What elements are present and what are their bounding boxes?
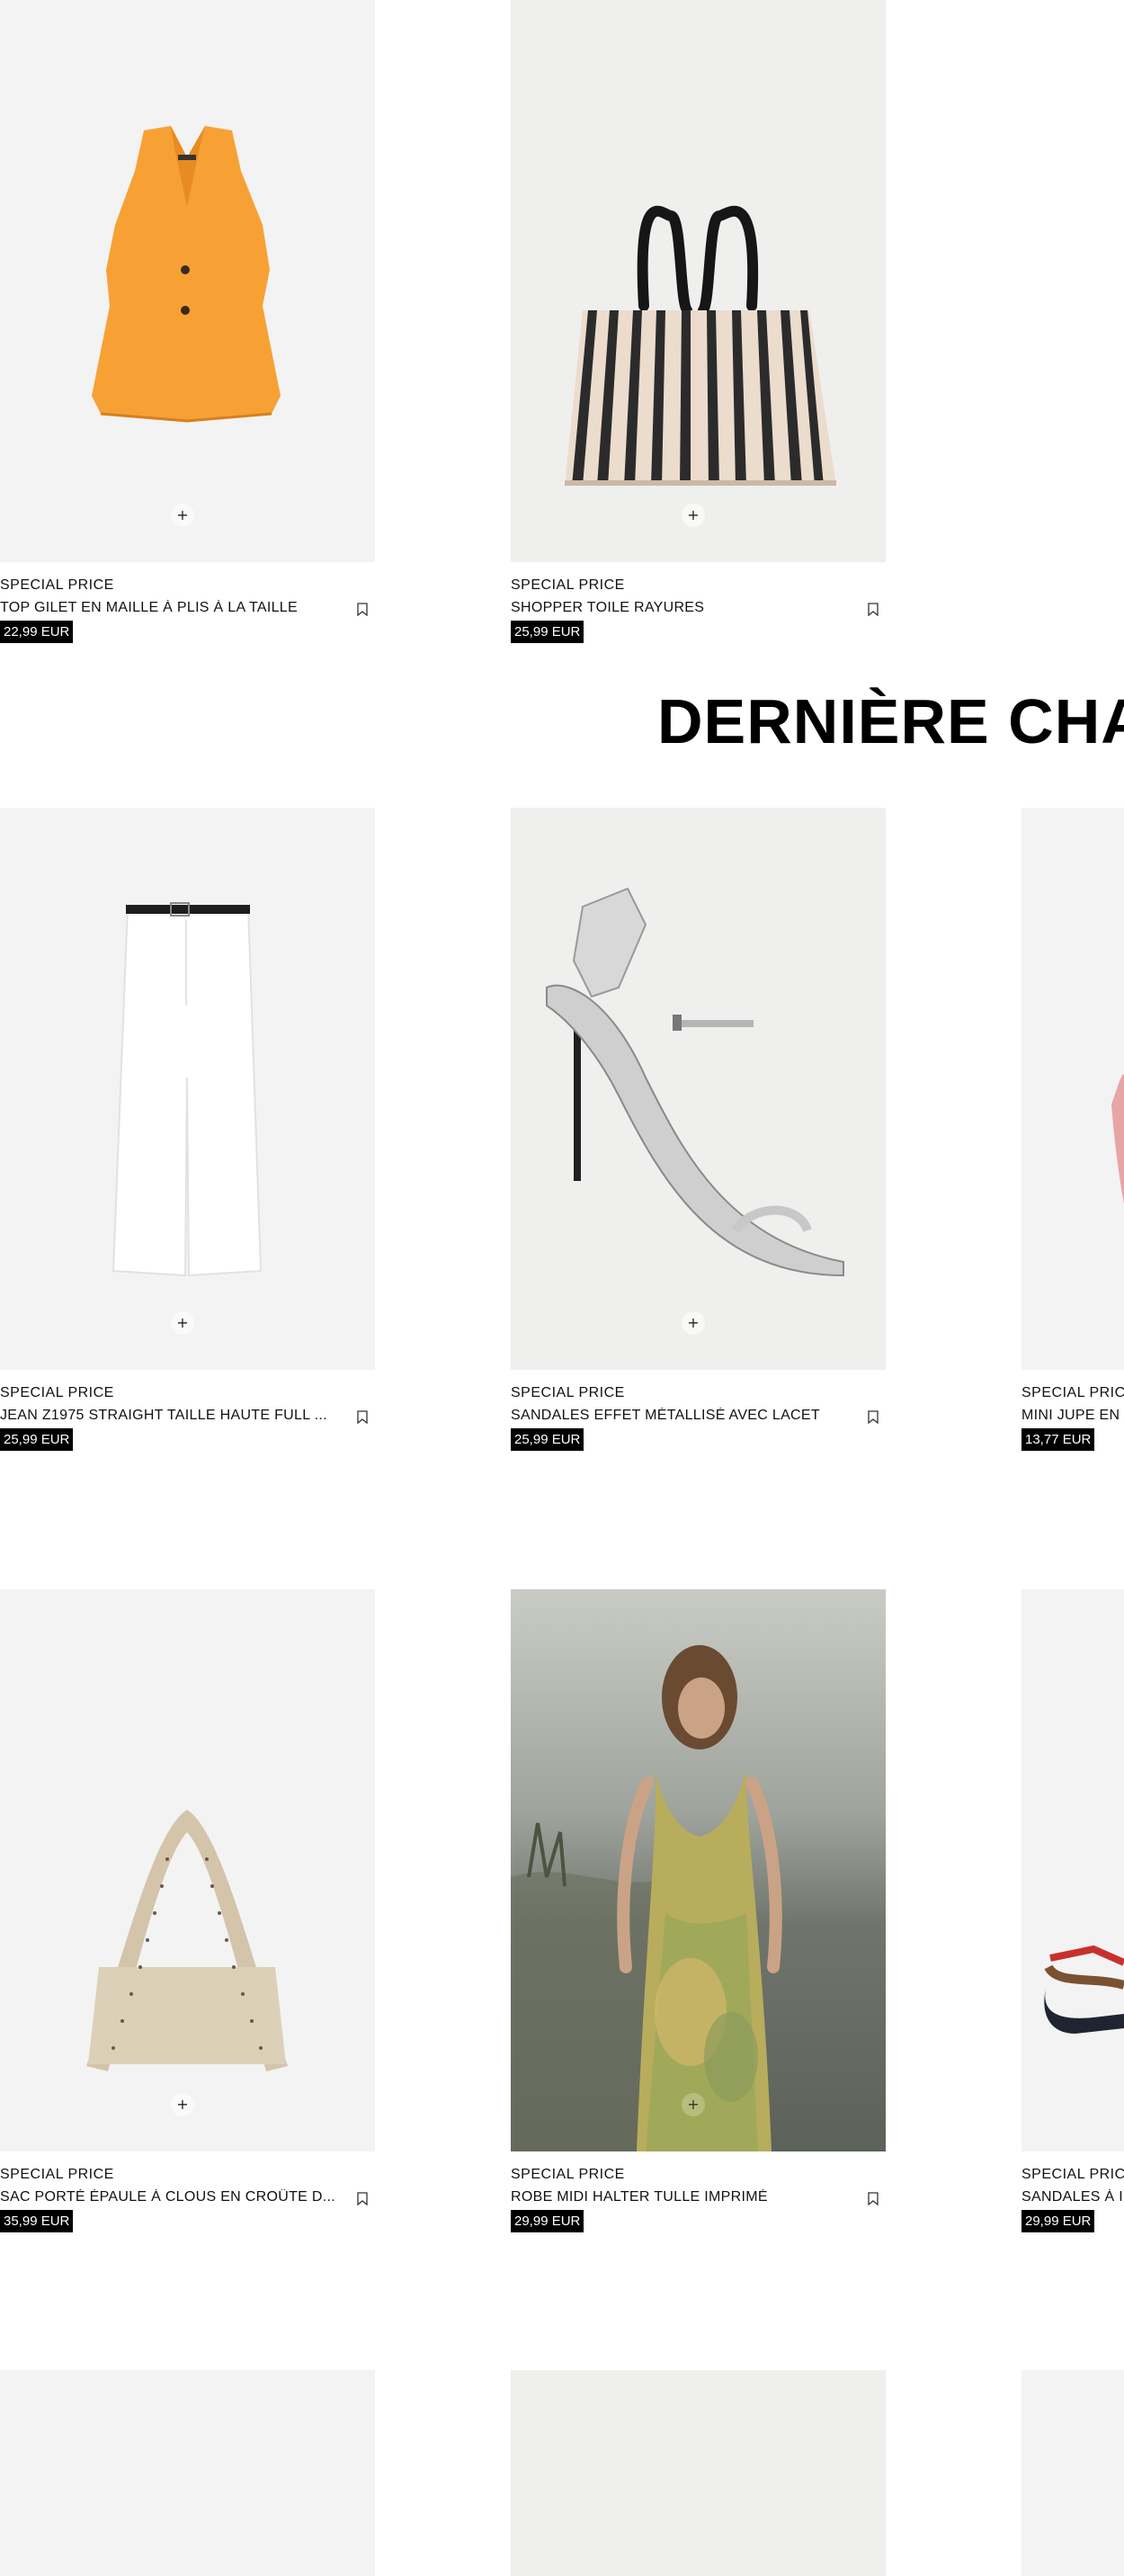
bookmark-icon[interactable] <box>357 603 368 616</box>
white-jeans-image <box>112 902 263 1277</box>
special-price-label: SPECIAL PRICE <box>0 2167 114 2182</box>
product-price: 25,99 EUR <box>511 621 584 643</box>
product-name[interactable]: SANDALES À I <box>1021 2189 1124 2205</box>
product-name[interactable]: JEAN Z1975 STRAIGHT TAILLE HAUTE FULL ..… <box>0 1408 342 1424</box>
product-image[interactable]: + <box>511 1589 886 2151</box>
product-price: 29,99 EUR <box>511 2210 584 2232</box>
add-to-cart-icon[interactable]: + <box>682 504 705 527</box>
product-image[interactable] <box>1021 1589 1124 2151</box>
studded-bag-image <box>86 1810 288 2071</box>
flat-sandal-image <box>1044 1945 1124 2034</box>
special-price-label: SPECIAL PRICE <box>0 577 114 593</box>
product-name[interactable]: SAC PORTÉ ÉPAULE À CLOUS EN CROÛTE D... <box>0 2189 342 2205</box>
bookmark-icon[interactable] <box>868 1410 879 1424</box>
product-price: 25,99 EUR <box>511 1428 584 1451</box>
product-image[interactable]: + <box>0 0 375 562</box>
special-price-label: SPECIAL PRICE <box>511 1385 625 1400</box>
striped-tote-image <box>565 205 836 486</box>
bookmark-icon[interactable] <box>868 603 879 616</box>
product-price: 29,99 EUR <box>1021 2210 1095 2232</box>
bookmark-icon[interactable] <box>357 2192 368 2205</box>
special-price-label: SPECIAL PRICE <box>511 2167 625 2182</box>
add-to-cart-icon[interactable]: + <box>682 2093 705 2116</box>
mini-skirt-image <box>1111 1074 1124 1203</box>
product-image[interactable]: + <box>511 0 886 562</box>
product-image[interactable] <box>1021 808 1124 1370</box>
product-price: 22,99 EUR <box>0 621 74 643</box>
product-name[interactable]: SHOPPER TOILE RAYURES <box>511 600 852 616</box>
product-name[interactable]: TOP GILET EN MAILLE À PLIS À LA TAILLE <box>0 600 342 616</box>
product-price: 35,99 EUR <box>0 2210 74 2232</box>
silver-sandal-image <box>546 887 844 1277</box>
product-name[interactable]: SANDALES EFFET MÉTALLISÉ AVEC LACET <box>511 1408 852 1424</box>
add-to-cart-icon[interactable]: + <box>171 504 194 527</box>
add-to-cart-icon[interactable]: + <box>682 1311 705 1335</box>
printed-dress-image <box>511 1645 782 2151</box>
product-image[interactable] <box>1021 2370 1124 2576</box>
special-price-label: SPECIAL PRIC <box>1021 1385 1124 1400</box>
bookmark-icon[interactable] <box>357 1410 368 1424</box>
special-price-label: SPECIAL PRICE <box>511 577 625 593</box>
special-price-label: SPECIAL PRICE <box>0 1385 114 1400</box>
add-to-cart-icon[interactable]: + <box>171 2093 194 2116</box>
special-price-label: SPECIAL PRIC <box>1021 2167 1124 2182</box>
product-price: 13,77 EUR <box>1021 1428 1095 1451</box>
add-to-cart-icon[interactable]: + <box>171 1311 194 1335</box>
product-price: 25,99 EUR <box>0 1428 74 1451</box>
bookmark-icon[interactable] <box>868 2192 879 2205</box>
product-name[interactable]: ROBE MIDI HALTER TULLE IMPRIMÉ <box>511 2189 852 2205</box>
product-image[interactable]: + <box>0 1589 375 2151</box>
product-image[interactable] <box>0 2370 375 2576</box>
product-name[interactable]: MINI JUPE EN <box>1021 1408 1124 1424</box>
product-image[interactable]: + <box>0 808 375 1370</box>
section-heading: DERNIÈRE CHA <box>657 686 1124 756</box>
product-image[interactable] <box>511 2370 886 2576</box>
orange-vest-image <box>92 126 281 423</box>
product-image[interactable]: + <box>511 808 886 1370</box>
